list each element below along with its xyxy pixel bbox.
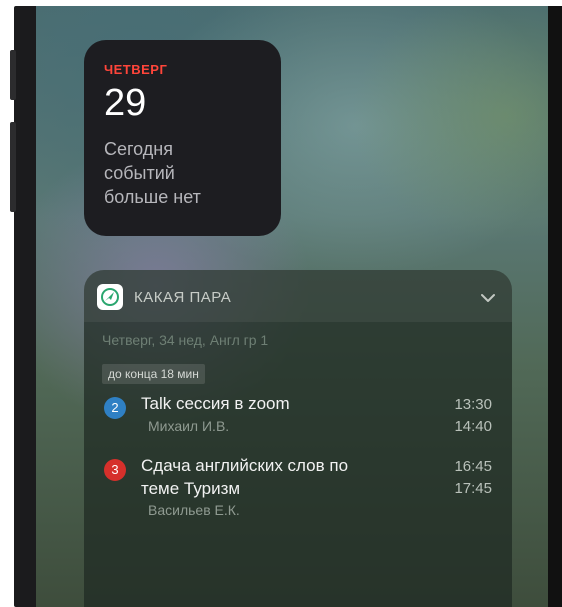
lesson-start-time: 16:45 — [454, 458, 492, 475]
lesson-title-line: теме Туризм — [141, 479, 241, 498]
widget-app-name: КАКАЯ ПАРА — [134, 289, 232, 306]
calendar-day-label: ЧЕТВЕРГ — [104, 62, 168, 77]
lesson-end-time: 14:40 — [454, 418, 492, 435]
calendar-message: Сегодня событий больше нет — [104, 137, 261, 209]
app-logo-icon — [97, 284, 123, 310]
time-remaining-badge: до конца 18 мин — [102, 364, 205, 384]
schedule-widget[interactable]: КАКАЯ ПАРА Четверг, 34 нед, Англ гр 1 до… — [84, 270, 512, 607]
lesson-teacher: Васильев Е.К. — [148, 502, 240, 518]
lesson-end-time: 17:45 — [454, 480, 492, 497]
mute-switch — [10, 50, 16, 100]
lesson-time: 13:30 14:40 — [454, 394, 492, 438]
lesson-start-time: 13:30 — [454, 396, 492, 413]
widget-header[interactable]: КАКАЯ ПАРА — [84, 270, 512, 322]
lesson-time: 16:45 17:45 — [454, 456, 492, 500]
schedule-subtitle: Четверг, 34 нед, Англ гр 1 — [102, 332, 269, 348]
lesson-number-badge: 2 — [104, 397, 126, 419]
lesson-teacher: Михаил И.В. — [148, 418, 230, 434]
lesson-title-line: Сдача английских слов по — [141, 456, 349, 475]
lesson-title: Сдача английских слов по теме Туризм — [141, 454, 401, 500]
calendar-message-line: больше нет — [104, 187, 201, 207]
calendar-widget[interactable]: ЧЕТВЕРГ 29 Сегодня событий больше нет — [84, 40, 281, 236]
lesson-number-badge: 3 — [104, 459, 126, 481]
lesson-title: Talk сессия в zoom — [141, 394, 290, 413]
volume-up-button — [10, 122, 16, 212]
chevron-down-icon[interactable] — [476, 286, 500, 310]
calendar-message-line: Сегодня — [104, 139, 173, 159]
calendar-message-line: событий — [104, 163, 175, 183]
phone-bezel — [548, 6, 562, 607]
calendar-date: 29 — [104, 82, 147, 124]
